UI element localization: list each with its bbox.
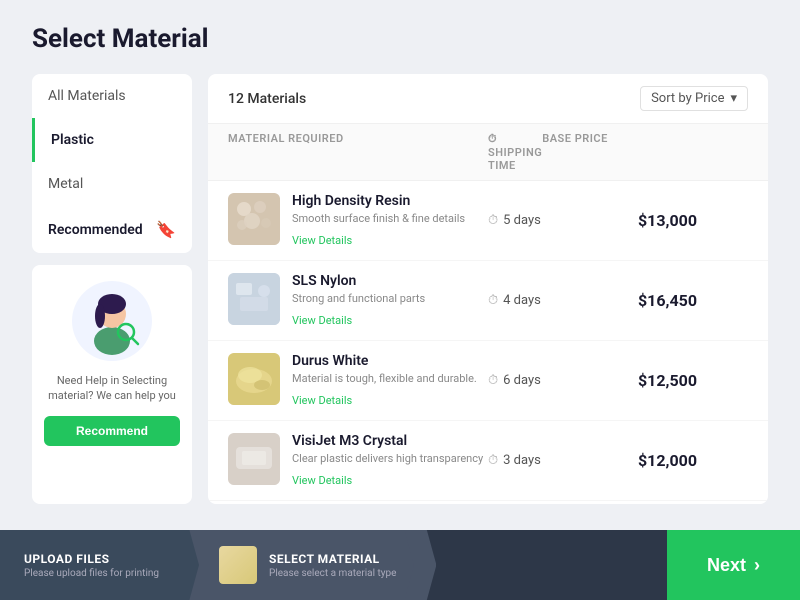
view-details-link[interactable]: View Details	[292, 474, 352, 487]
base-price: $12,000	[638, 451, 758, 470]
sidebar-item-recommended[interactable]: Recommended 🔖	[32, 206, 192, 253]
bottom-bar: UPLOAD FILES Please upload files for pri…	[0, 530, 800, 600]
person-illustration	[82, 286, 142, 356]
step-upload-files: UPLOAD FILES Please upload files for pri…	[0, 530, 183, 600]
shipping-time: ⏱ 3 days	[488, 453, 638, 468]
help-card: Need Help in Selecting material? We can …	[32, 265, 192, 504]
sidebar-item-metal[interactable]: Metal	[32, 162, 192, 206]
sidebar: All Materials Plastic Metal Recommended …	[32, 74, 192, 504]
step-select-material: SELECT MATERIAL Please select a material…	[183, 530, 420, 600]
material-thumbnail	[228, 193, 280, 245]
page-title: Select Material	[32, 24, 768, 54]
material-name: VisiJet M3 Crystal	[292, 433, 488, 449]
material-details: Durus White Material is tough, flexible …	[292, 353, 488, 408]
table-row: VisiJet M3 Crystal Clear plastic deliver…	[208, 421, 768, 501]
materials-count: 12 Materials	[228, 91, 306, 107]
material-name: SLS Nylon	[292, 273, 488, 289]
recommend-button[interactable]: Recommend	[44, 416, 180, 446]
clock-icon: ⏱	[488, 213, 498, 228]
materials-list: High Density Resin Smooth surface finish…	[208, 181, 768, 504]
material-details: High Density Resin Smooth surface finish…	[292, 193, 488, 248]
material-details: SLS Nylon Strong and functional parts Vi…	[292, 273, 488, 328]
step2-title: SELECT MATERIAL	[269, 552, 396, 566]
clock-icon: ⏱	[488, 373, 498, 388]
material-thumbnail	[228, 433, 280, 485]
table-row: SLS Nylon Strong and functional parts Vi…	[208, 261, 768, 341]
help-text: Need Help in Selecting material? We can …	[44, 373, 180, 404]
chevron-down-icon: ▾	[730, 91, 737, 106]
material-thumbnail	[228, 353, 280, 405]
col-price: BASE PRICE	[542, 132, 692, 172]
shipping-time: ⏱ 5 days	[488, 213, 638, 228]
step2-text: SELECT MATERIAL Please select a material…	[269, 552, 396, 579]
table-row: High Density Resin Smooth surface finish…	[208, 181, 768, 261]
sidebar-item-all-materials[interactable]: All Materials	[32, 74, 192, 118]
material-info: VisiJet M3 Crystal Clear plastic deliver…	[228, 433, 488, 488]
clock-icon: ⏱	[488, 293, 498, 308]
material-desc: Material is tough, flexible and durable.	[292, 372, 488, 385]
sidebar-menu: All Materials Plastic Metal Recommended …	[32, 74, 192, 253]
help-illustration	[72, 281, 152, 361]
clock-header-icon: ⏱	[488, 132, 497, 145]
base-price: $16,450	[638, 291, 758, 310]
step1-title: UPLOAD FILES	[24, 552, 159, 566]
step1-text: UPLOAD FILES Please upload files for pri…	[24, 552, 159, 579]
step2-thumb	[219, 546, 257, 584]
content-area: All Materials Plastic Metal Recommended …	[32, 74, 768, 504]
bookmark-icon: 🔖	[156, 220, 176, 239]
next-arrow-icon: ›	[754, 555, 760, 576]
base-price: $13,000	[638, 211, 758, 230]
col-material: MATERIAL REQUIRED	[228, 132, 488, 172]
shipping-time: ⏱ 4 days	[488, 293, 638, 308]
main-content: Select Material All Materials Plastic Me…	[0, 0, 800, 530]
step2-subtitle: Please select a material type	[269, 568, 396, 579]
material-desc: Strong and functional parts	[292, 292, 488, 305]
next-button[interactable]: Next ›	[667, 530, 800, 600]
view-details-link[interactable]: View Details	[292, 314, 352, 327]
material-info: High Density Resin Smooth surface finish…	[228, 193, 488, 248]
material-thumbnail	[228, 273, 280, 325]
view-details-link[interactable]: View Details	[292, 234, 352, 247]
material-name: High Density Resin	[292, 193, 488, 209]
shipping-time: ⏱ 6 days	[488, 373, 638, 388]
material-desc: Clear plastic delivers high transparency	[292, 452, 488, 465]
sort-control[interactable]: Sort by Price ▾	[640, 86, 748, 111]
material-desc: Smooth surface finish & fine details	[292, 212, 488, 225]
sidebar-item-plastic[interactable]: Plastic	[32, 118, 192, 162]
panel-header: 12 Materials Sort by Price ▾	[208, 74, 768, 124]
materials-panel: 12 Materials Sort by Price ▾ MATERIAL RE…	[208, 74, 768, 504]
col-shipping: ⏱ SHIPPING TIME	[488, 132, 542, 172]
step1-subtitle: Please upload files for printing	[24, 568, 159, 579]
base-price: $12,500	[638, 371, 758, 390]
table-row: Durus White Material is tough, flexible …	[208, 341, 768, 421]
material-info: Durus White Material is tough, flexible …	[228, 353, 488, 408]
clock-icon: ⏱	[488, 453, 498, 468]
material-info: SLS Nylon Strong and functional parts Vi…	[228, 273, 488, 328]
table-header: MATERIAL REQUIRED ⏱ SHIPPING TIME BASE P…	[208, 124, 768, 181]
material-details: VisiJet M3 Crystal Clear plastic deliver…	[292, 433, 488, 488]
view-details-link[interactable]: View Details	[292, 394, 352, 407]
material-name: Durus White	[292, 353, 488, 369]
